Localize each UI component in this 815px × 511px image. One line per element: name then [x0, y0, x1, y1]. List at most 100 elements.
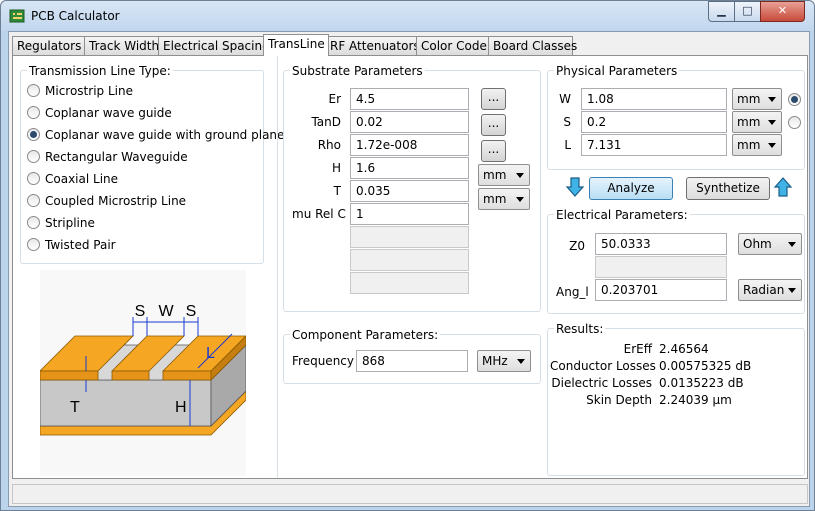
- tab-board-classes[interactable]: Board Classes: [488, 36, 577, 55]
- frequency-unit-select[interactable]: MHz: [477, 350, 531, 372]
- left-ground-front: [40, 370, 99, 381]
- chevron-down-icon: [768, 143, 776, 148]
- w-unit-select[interactable]: mm: [732, 88, 782, 110]
- right-ground-front: [162, 370, 212, 381]
- result-value: 2.46564: [659, 342, 709, 356]
- chevron-down-icon: [768, 97, 776, 102]
- tab-color-code[interactable]: Color Code: [416, 36, 490, 55]
- tand-label: TanD: [311, 115, 341, 129]
- chevron-down-icon: [768, 120, 776, 125]
- chevron-down-icon: [788, 242, 796, 247]
- arrow-down-icon: [566, 177, 584, 197]
- radio-icon[interactable]: [27, 238, 40, 251]
- chevron-down-icon: [516, 197, 524, 202]
- h-unit-select[interactable]: mm: [478, 164, 530, 186]
- ang-field[interactable]: 0.203701: [595, 279, 727, 301]
- window-title: PCB Calculator: [31, 9, 120, 23]
- extra-electrical-field: [595, 256, 727, 278]
- l-unit-select[interactable]: mm: [732, 134, 782, 156]
- radio-icon[interactable]: [27, 194, 40, 207]
- s-target-radio[interactable]: [788, 116, 801, 129]
- option-coupled-microstrip[interactable]: Coupled Microstrip Line: [27, 193, 186, 209]
- t-field[interactable]: 0.035: [350, 180, 469, 202]
- option-coplanar-wave-guide[interactable]: Coplanar wave guide: [27, 105, 172, 121]
- result-label: Dielectric Losses: [551, 376, 652, 390]
- radio-icon[interactable]: [27, 172, 40, 185]
- rho-browse-button[interactable]: ...: [481, 140, 506, 162]
- label-s1: S: [135, 303, 146, 320]
- tab-transline[interactable]: TransLine: [263, 34, 329, 56]
- label-l: L: [206, 345, 215, 362]
- app-icon: [9, 9, 25, 23]
- label-t: T: [70, 399, 80, 416]
- result-value: 0.00575325 dB: [659, 359, 752, 373]
- status-bar: [12, 484, 808, 504]
- close-button[interactable]: ✕: [760, 1, 805, 22]
- radio-icon[interactable]: [27, 106, 40, 119]
- electrical-title: Electrical Parameters:: [554, 208, 690, 222]
- h-label: H: [331, 161, 341, 175]
- murel-field[interactable]: 1: [350, 203, 469, 225]
- s-field[interactable]: 0.2: [581, 111, 727, 133]
- er-field[interactable]: 4.5: [350, 88, 469, 110]
- murel-label: mu Rel C: [292, 207, 346, 221]
- chevron-down-icon: [788, 288, 796, 293]
- column-separator: [277, 56, 278, 478]
- option-coplanar-ground-plane[interactable]: Coplanar wave guide with ground plane: [27, 127, 284, 143]
- s-label: S: [563, 115, 571, 129]
- result-value: 2.24039 µm: [659, 393, 732, 407]
- line-type-group: Transmission Line Type: Microstrip Line …: [20, 64, 284, 264]
- center-strip-front: [111, 370, 150, 381]
- results-title: Results:: [554, 322, 606, 336]
- chevron-down-icon: [516, 173, 524, 178]
- option-twisted-pair[interactable]: Twisted Pair: [27, 237, 116, 253]
- t-label: T: [333, 184, 341, 198]
- frequency-field[interactable]: 868: [356, 350, 468, 372]
- tab-track-width[interactable]: Track Width: [84, 36, 160, 55]
- h-field[interactable]: 1.6: [350, 157, 469, 179]
- option-microstrip-line[interactable]: Microstrip Line: [27, 83, 133, 99]
- l-label: L: [564, 138, 571, 152]
- w-target-radio[interactable]: [788, 93, 801, 106]
- title-bar[interactable]: PCB Calculator ▁ □ ✕: [1, 1, 814, 31]
- frequency-label: Frequency: [292, 354, 354, 368]
- rho-label: Rho: [317, 138, 341, 152]
- ang-unit-select[interactable]: Radian: [738, 279, 802, 301]
- physical-title: Physical Parameters: [554, 64, 680, 78]
- chevron-down-icon: [517, 359, 525, 364]
- l-field[interactable]: 7.131: [581, 134, 727, 156]
- s-unit-select[interactable]: mm: [732, 111, 782, 133]
- radio-icon[interactable]: [27, 216, 40, 229]
- radio-icon[interactable]: [27, 150, 40, 163]
- tab-electrical-spacing[interactable]: Electrical Spacing: [158, 36, 270, 55]
- result-label: Conductor Losses: [550, 359, 656, 373]
- analyze-button[interactable]: Analyze: [589, 177, 673, 200]
- tab-regulators[interactable]: Regulators: [12, 36, 86, 55]
- substrate-title: Substrate Parameters: [290, 64, 425, 78]
- tand-field[interactable]: 0.02: [350, 111, 469, 133]
- ang-label: Ang_l: [556, 285, 589, 299]
- arrow-up-icon: [774, 177, 792, 197]
- component-title: Component Parameters:: [290, 328, 441, 342]
- option-rectangular-waveguide[interactable]: Rectangular Waveguide: [27, 149, 188, 165]
- z0-field[interactable]: 50.0333: [595, 233, 727, 255]
- er-label: Er: [328, 92, 341, 106]
- radio-selected-icon[interactable]: [27, 128, 40, 141]
- minimize-button[interactable]: ▁: [708, 1, 735, 22]
- er-browse-button[interactable]: ...: [481, 88, 506, 110]
- result-label: ErEff: [623, 342, 652, 356]
- tab-rf-attenuators[interactable]: RF Attenuators: [325, 36, 420, 55]
- option-coaxial-line[interactable]: Coaxial Line: [27, 171, 118, 187]
- rho-field[interactable]: 1.72e-008: [350, 134, 469, 156]
- synthesize-button[interactable]: Synthetize: [686, 177, 770, 200]
- t-unit-select[interactable]: mm: [478, 188, 530, 210]
- w-field[interactable]: 1.08: [581, 88, 727, 110]
- app-window: PCB Calculator ▁ □ ✕ Regulators Track Wi…: [0, 0, 815, 511]
- tand-browse-button[interactable]: ...: [481, 114, 506, 136]
- radio-icon[interactable]: [27, 84, 40, 97]
- result-value: 0.0135223 dB: [659, 376, 744, 390]
- option-stripline[interactable]: Stripline: [27, 215, 95, 231]
- z0-unit-select[interactable]: Ohm: [738, 233, 802, 255]
- maximize-button[interactable]: □: [734, 1, 761, 22]
- result-label: Skin Depth: [586, 393, 652, 407]
